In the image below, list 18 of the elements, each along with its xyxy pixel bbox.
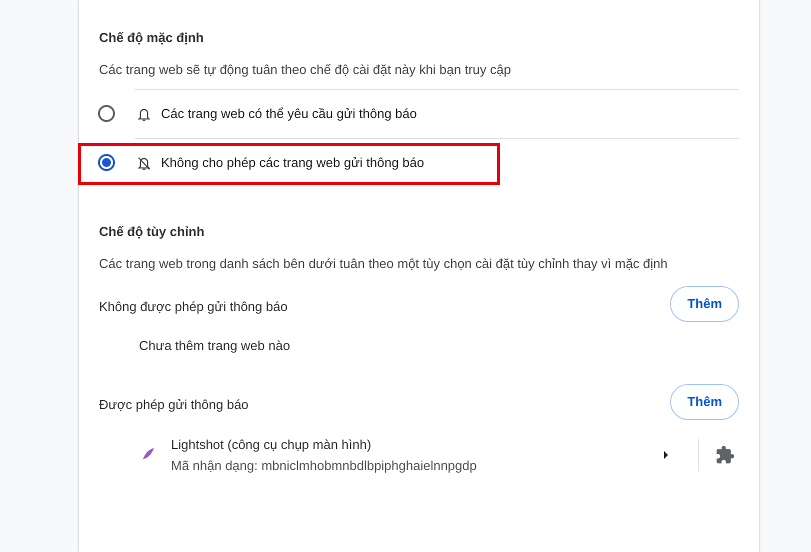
site-id: Mã nhận dạng: mbniclmhobmnbdlbpiphghaielnnpgdp <box>171 457 478 475</box>
expand-arrow-icon[interactable] <box>663 450 669 460</box>
radio-button[interactable] <box>98 105 115 122</box>
add-button[interactable]: Thêm <box>670 384 739 420</box>
add-button[interactable]: Thêm <box>670 286 739 322</box>
puzzle-icon[interactable] <box>715 445 735 465</box>
feather-icon <box>139 447 155 463</box>
list-heading: Không được phép gửi thông báo <box>99 298 288 316</box>
option-label: Không cho phép các trang web gửi thông báo <box>161 154 424 172</box>
radio-button[interactable] <box>98 154 115 171</box>
option-label: Các trang web có thể yêu cầu gửi thông báo <box>161 105 417 124</box>
section-description: Các trang web trong danh sách bên dưới tuân theo một tùy chọn cài đặt tùy chỉnh thay vì mặc định <box>99 255 669 273</box>
section-description: Các trang web sẽ tự động tuân theo chế độ cài đặt này khi bạn truy cập <box>99 61 512 79</box>
empty-list-text: Chưa thêm trang web nào <box>139 337 292 355</box>
list-heading: Được phép gửi thông báo <box>99 396 249 414</box>
site-name: Lightshot (công cụ chụp màn hình) <box>171 436 372 454</box>
section-heading: Chế độ mặc định <box>99 29 205 47</box>
section-heading: Chế độ tùy chỉnh <box>99 223 206 241</box>
